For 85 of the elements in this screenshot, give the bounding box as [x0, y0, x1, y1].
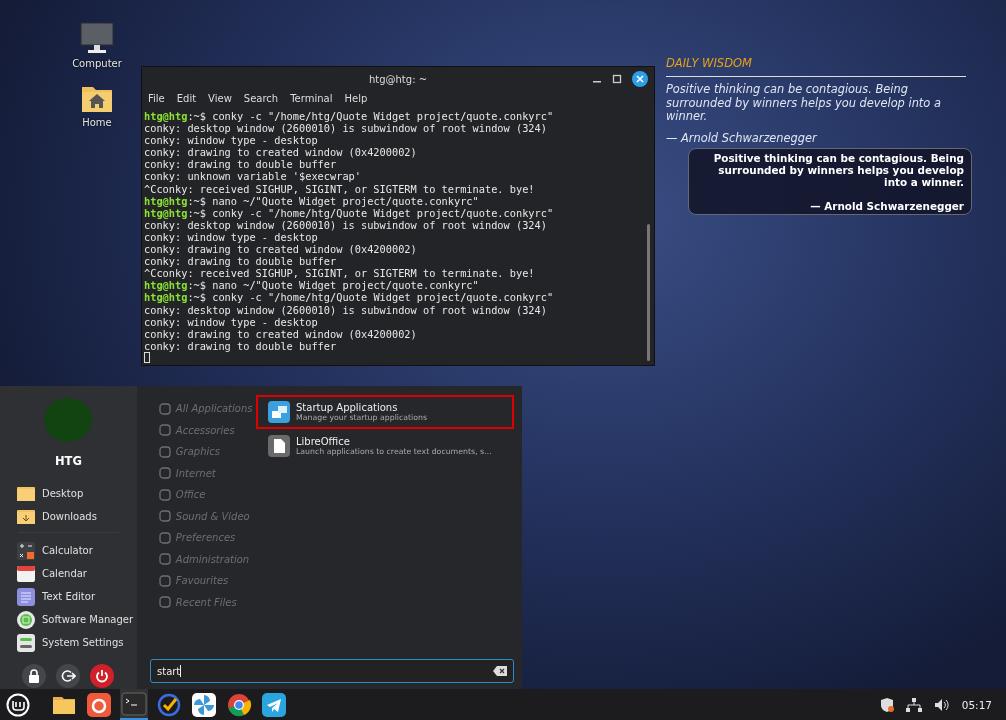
power-icon — [94, 668, 111, 684]
volume-icon[interactable] — [933, 697, 950, 712]
logout-button[interactable] — [56, 664, 81, 688]
app-name: Startup Applications — [296, 402, 398, 413]
close-icon[interactable] — [632, 71, 648, 87]
menu-item[interactable]: Text Editor — [0, 585, 137, 608]
text-cursor — [144, 351, 150, 363]
menu-item[interactable]: Search — [243, 93, 279, 104]
menu-item[interactable]: Software Manager — [0, 608, 137, 631]
network-icon[interactable] — [905, 697, 922, 712]
menu-item[interactable]: Edit — [176, 93, 197, 104]
pinwheel-icon[interactable] — [191, 691, 217, 718]
paper-plane-icon[interactable] — [261, 691, 287, 718]
terminal-line: conky: drawing to created window (0x4200002) — [144, 327, 418, 340]
avatar — [44, 398, 93, 442]
terminal-icon[interactable] — [121, 690, 147, 717]
software-manager-icon — [16, 609, 36, 630]
chrome-icon[interactable] — [226, 691, 252, 718]
menu-item[interactable]: File — [148, 93, 165, 104]
terminal-line: conky: window type - desktop — [144, 134, 319, 147]
calendar-icon — [16, 563, 36, 584]
quote-text: Positive thinking can be contagious. Being surrounded by winners helps you develop into a winner. — [666, 83, 942, 124]
maximize-icon[interactable] — [612, 74, 622, 84]
terminal-line: conky: desktop window (2600010) is subwindow of root window (324) — [144, 303, 548, 316]
icon-label: Computer — [72, 58, 122, 69]
category-icon — [158, 467, 171, 480]
category-icon — [158, 488, 171, 501]
settings-icon — [16, 632, 36, 653]
menu-item[interactable]: Terminal — [290, 93, 333, 104]
terminal-line: conky: drawing to double buffer — [144, 339, 338, 352]
terminal-line: conky: drawing to created window (0x4200002) — [144, 243, 418, 256]
terminal-line: conky: window type - desktop — [144, 315, 318, 328]
quote-author: — Arnold Schwarzenegger — [809, 199, 964, 212]
terminal-line: conky: drawing to double buffer — [144, 255, 338, 268]
terminal-line: htg@htg:~$ nano ~/"Quote Widget project/quote.conkyrc" — [144, 194, 480, 207]
terminal-line: htg@htg:~$ conky -c "/home/htg/Quote Widget project/quote.conkyrc" — [144, 206, 555, 219]
quote-text: Positive thinking can be contagious. Being surrounded by winners helps you develop into a winner. — [712, 152, 964, 189]
category-icon — [158, 553, 171, 566]
menu-item[interactable]: Calendar — [0, 562, 137, 585]
category-icon — [158, 510, 171, 523]
category-icon — [158, 596, 171, 609]
checkmark-icon[interactable] — [156, 691, 182, 718]
menu-item[interactable]: View — [208, 93, 232, 104]
menu-item[interactable]: Desktop — [0, 482, 137, 505]
document-icon — [268, 435, 290, 457]
clock[interactable]: 05:17 — [961, 698, 992, 711]
menu-item[interactable]: Help — [344, 93, 368, 104]
category-icon — [158, 445, 171, 458]
lock-button[interactable] — [22, 664, 47, 688]
calculator-icon — [16, 540, 36, 561]
quote-author: — Arnold Schwarzenegger — [666, 130, 819, 145]
mint-logo-icon[interactable] — [6, 692, 30, 717]
app-name: LibreOffice — [296, 436, 351, 447]
terminal-line: conky: desktop window (2600010) is subwindow of root window (324) — [144, 218, 547, 231]
logout-icon — [60, 668, 77, 684]
category-icon — [158, 531, 171, 544]
widget-heading: DAILY WISDOM — [666, 56, 966, 77]
search-field[interactable]: start — [150, 659, 514, 683]
terminal-line: ^Cconky: received SIGHUP, SIGINT, or SIGTERM to terminate. bye! — [144, 182, 536, 195]
clear-icon[interactable] — [493, 666, 507, 676]
terminal-line: htg@htg:~$ conky -c "/home/htg/Quote Widget project/quote.conkyrc" — [144, 291, 555, 304]
text-editor-icon — [16, 586, 36, 607]
windows-icon — [268, 401, 290, 423]
shield-icon[interactable] — [879, 696, 894, 713]
terminal-line: ^Cconky: received SIGHUP, SIGINT, or SIGTERM to terminate. bye! — [144, 267, 536, 280]
menu-item[interactable]: Calculator — [0, 539, 137, 562]
terminal-line: conky: drawing to created window (0x4200002) — [144, 146, 418, 159]
category-icon — [158, 574, 171, 587]
menu-item[interactable]: Downloads — [0, 505, 137, 528]
window-title: htg@htg: ~ — [368, 73, 428, 85]
terminal-line: conky: drawing to double buffer — [144, 158, 338, 171]
terminal-line: conky: desktop window (2600010) is subwindow of root window (324) — [144, 122, 548, 135]
terminal-line: htg@htg:~$ nano ~/"Quote Widget project/quote.conkyrc" — [144, 279, 480, 292]
menu-item[interactable]: System Settings — [0, 631, 137, 654]
category-icon — [158, 402, 171, 415]
terminal-line: conky: window type - desktop — [144, 230, 318, 244]
user-name: HTG — [53, 454, 83, 468]
icon-label: Home — [82, 117, 112, 128]
category-icon — [158, 424, 171, 437]
power-button[interactable] — [90, 664, 115, 688]
monitor-icon[interactable] — [79, 22, 115, 54]
terminal-line: conky: unknown variable '$execwrap' — [144, 170, 362, 183]
scrollbar[interactable] — [647, 224, 650, 361]
browser-icon[interactable] — [86, 691, 112, 718]
terminal-line: htg@htg:~$ conky -c "/home/htg/Quote Widget project/quote.conkyrc" — [144, 110, 555, 123]
